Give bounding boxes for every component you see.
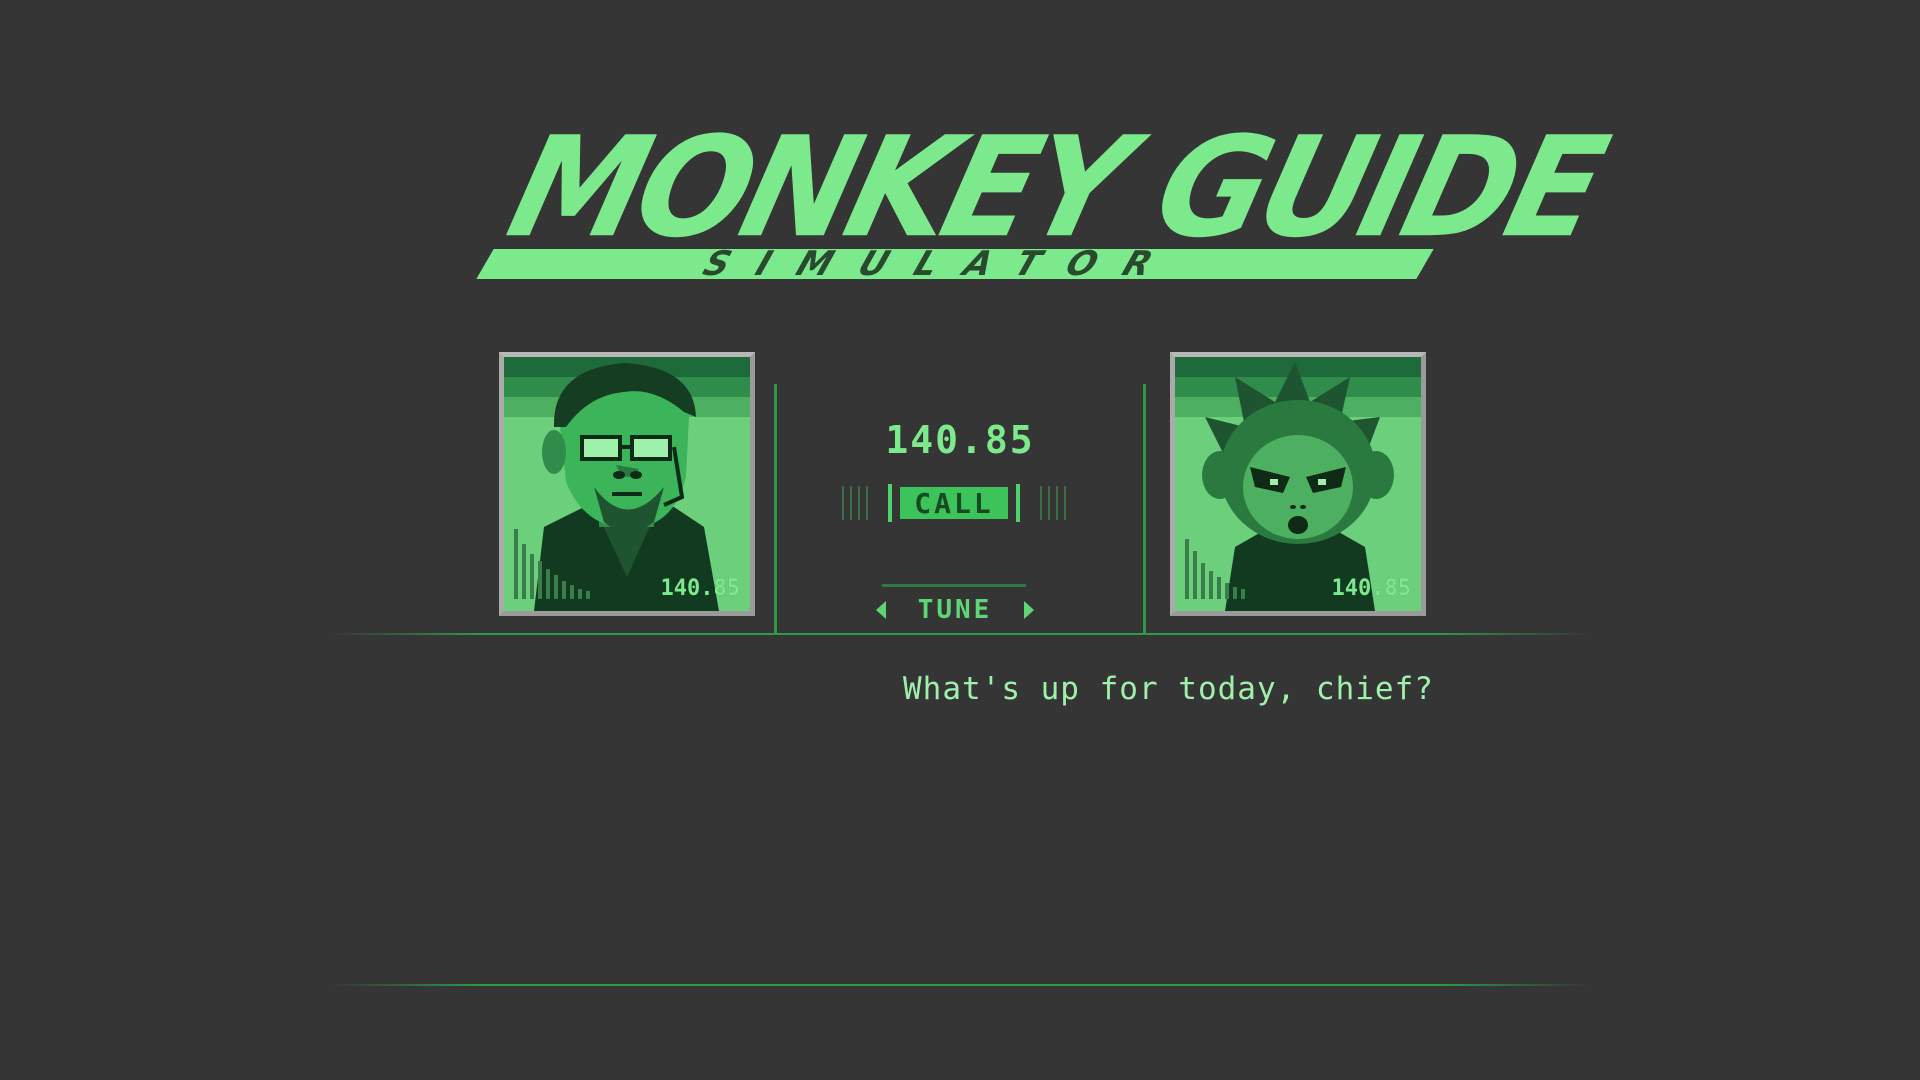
portrait-frequency: 140.85 <box>1331 576 1411 601</box>
call-label: CALL <box>900 487 1008 520</box>
logo-subtitle: SIMULATOR <box>697 244 1186 284</box>
separator-bottom <box>330 984 1590 986</box>
call-button[interactable]: CALL <box>888 484 1020 522</box>
tune-right-arrow-icon[interactable] <box>1024 601 1034 619</box>
tune-left-arrow-icon[interactable] <box>876 601 886 619</box>
tune-label: TUNE <box>917 595 993 625</box>
tune-control[interactable]: TUNE <box>876 594 1034 626</box>
ticks-right <box>1040 486 1072 520</box>
signal-bars <box>514 519 624 599</box>
frequency-readout: 140.85 <box>885 418 1035 462</box>
tune-line <box>882 584 1026 587</box>
divider-right <box>1143 384 1146 634</box>
portrait-left: 140.85 <box>499 352 755 616</box>
logo-stripe-right <box>1196 249 1434 279</box>
game-logo: MONKEY GUIDE SIMULATOR <box>476 107 1616 288</box>
portrait-right: 140.85 <box>1170 352 1426 616</box>
signal-bars <box>1185 519 1295 599</box>
logo-stripe-left <box>476 249 724 279</box>
ticks-left <box>842 486 874 520</box>
logo-title: MONKEY GUIDE <box>494 107 1616 269</box>
call-row: CALL <box>838 480 1072 526</box>
divider-left <box>774 384 777 634</box>
dialogue-text: What's up for today, chief? <box>903 671 1434 707</box>
portrait-frequency: 140.85 <box>660 576 740 601</box>
separator-top <box>330 633 1590 635</box>
